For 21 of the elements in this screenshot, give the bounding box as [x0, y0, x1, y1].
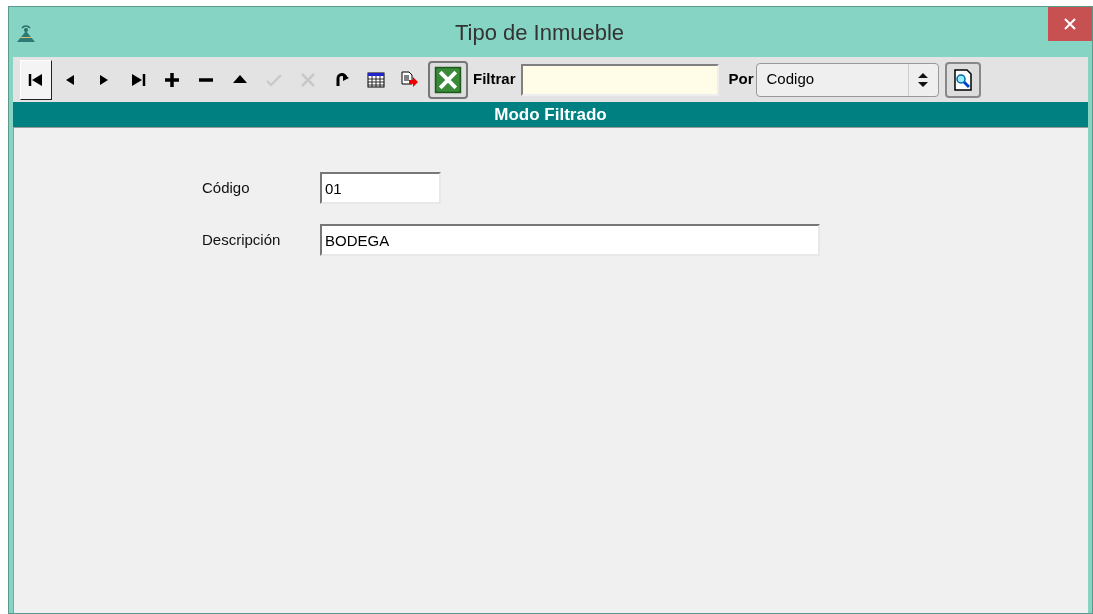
- by-dropdown[interactable]: Codigo: [755, 62, 939, 97]
- window-title: Tipo de Inmueble: [453, 18, 626, 47]
- search-button[interactable]: [944, 61, 981, 98]
- toolbar-button[interactable]: [428, 60, 468, 99]
- document-arrow-icon: [401, 70, 419, 89]
- cross-icon: [299, 70, 317, 89]
- filter-field[interactable]: [520, 63, 719, 96]
- filter-label: Filtrar: [473, 69, 516, 90]
- minus-icon: [197, 77, 215, 82]
- mode-banner: Modo Filtrado: [13, 102, 1088, 127]
- table-icon: [367, 70, 385, 89]
- close-button[interactable]: [1048, 7, 1092, 41]
- field-label: Descripción: [202, 229, 282, 250]
- spreadsheet-icon: [434, 65, 462, 94]
- up-down-arrows-icon: [918, 72, 929, 87]
- plus-icon: [163, 70, 181, 89]
- input-field[interactable]: BODEGA: [320, 224, 820, 256]
- close-icon: [1064, 18, 1076, 30]
- input-field[interactable]: 01: [320, 172, 441, 204]
- by-label: Por: [728, 69, 754, 90]
- field-label: Código: [202, 177, 251, 198]
